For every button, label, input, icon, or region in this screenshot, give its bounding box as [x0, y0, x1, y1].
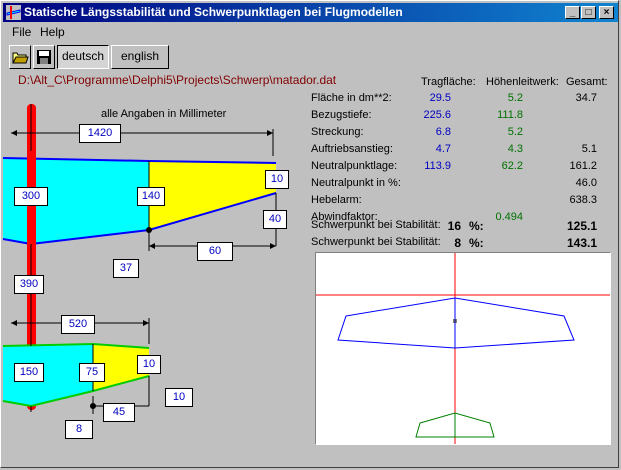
header-wing: Tragfläche:	[421, 76, 476, 88]
planform-drawing	[2, 104, 277, 414]
wing-value: 4.7	[435, 143, 451, 155]
tail-tip-chord-field[interactable]: 10	[137, 355, 161, 374]
deutsch-button[interactable]: deutsch	[57, 45, 109, 69]
main-offset-field[interactable]: 37	[113, 259, 139, 278]
open-button[interactable]	[9, 45, 31, 69]
main-sweep-field[interactable]: 60	[197, 242, 233, 261]
distance-field[interactable]: 390	[14, 275, 44, 294]
main-tip-chord-field[interactable]: 10	[265, 170, 289, 189]
close-button[interactable]: ×	[599, 6, 614, 19]
stability-percent-input[interactable]: 8	[431, 236, 461, 250]
window-title: Statische Längsstabilität und Schwerpunk…	[24, 5, 403, 19]
main-tip-offset-field[interactable]: 40	[263, 210, 287, 229]
header-total: Gesamt:	[566, 76, 608, 88]
stability-label: Schwerpunkt bei Stabilität:	[311, 219, 441, 231]
wing-value: 29.5	[429, 92, 451, 104]
stability-result: 125.1	[566, 219, 597, 233]
floppy-disk-icon	[37, 50, 51, 64]
row-label: Auftriebsanstieg:	[311, 143, 393, 155]
tail-value: 111.8	[497, 109, 523, 121]
menu-file[interactable]: File	[12, 25, 31, 39]
row-label: Fläche in dm**2:	[311, 92, 392, 104]
tail-tip-offset-field[interactable]: 10	[165, 388, 193, 407]
total-value: 34.7	[575, 92, 597, 104]
row-label: Neutralpunktlage:	[311, 160, 398, 172]
stability-result: 143.1	[566, 236, 597, 250]
main-root-chord-field[interactable]: 300	[14, 187, 48, 206]
stability-unit: %:	[469, 219, 484, 233]
tail-value: 62.2	[501, 160, 523, 172]
main-span-field[interactable]: 1420	[79, 124, 121, 143]
app-icon	[6, 5, 21, 20]
tail-value: 5.2	[507, 92, 523, 104]
tail-span-field[interactable]: 520	[61, 315, 95, 334]
row-label: Bezugstiefe:	[311, 109, 372, 121]
title-bar[interactable]: Statische Längsstabilität und Schwerpunk…	[3, 3, 618, 22]
save-button[interactable]	[33, 45, 55, 69]
tail-sweep-field[interactable]: 45	[103, 403, 135, 422]
row-label: Neutralpunkt in %:	[311, 177, 401, 189]
maximize-button[interactable]: □	[581, 6, 596, 19]
units-note: alle Angaben in Millimeter	[101, 108, 227, 120]
open-folder-icon	[12, 52, 29, 64]
planform-preview	[315, 252, 611, 445]
wing-value: 225.6	[423, 109, 451, 121]
stability-label: Schwerpunkt bei Stabilität:	[311, 236, 441, 248]
stability-unit: %:	[469, 236, 484, 250]
wing-value: 6.8	[435, 126, 451, 138]
preview-drawing	[316, 253, 610, 444]
row-label: Streckung:	[311, 126, 364, 138]
main-mid-chord-field[interactable]: 140	[137, 187, 165, 206]
main-window: Statische Längsstabilität und Schwerpunk…	[0, 0, 619, 468]
tail-value: 5.2	[507, 126, 523, 138]
tail-root-chord-field[interactable]: 150	[14, 363, 44, 382]
menu-help[interactable]: Help	[40, 25, 65, 39]
tail-mid-chord-field[interactable]: 75	[79, 363, 105, 382]
total-value: 5.1	[581, 143, 597, 155]
minimize-button[interactable]: _	[565, 6, 580, 19]
file-path: D:\Alt_C\Programme\Delphi5\Projects\Schw…	[18, 73, 337, 87]
wing-value: 113.9	[424, 160, 451, 172]
stability-percent-input[interactable]: 16	[431, 219, 461, 233]
total-value: 46.0	[575, 177, 597, 189]
english-button[interactable]: english	[111, 45, 169, 69]
tail-value: 4.3	[507, 143, 523, 155]
wing-diagram: alle Angaben in Millimeter 1420 300 140 …	[1, 96, 301, 466]
row-label: Hebelarm:	[311, 194, 362, 206]
total-value: 638.3	[569, 194, 597, 206]
header-tail: Höhenleitwerk:	[486, 76, 559, 88]
tail-offset-field[interactable]: 8	[65, 420, 93, 439]
total-value: 161.2	[569, 160, 597, 172]
